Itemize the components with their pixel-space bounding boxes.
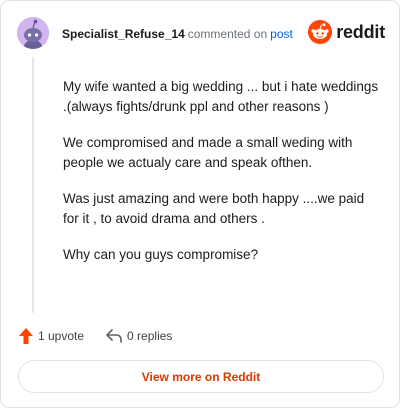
comment-body: My wife wanted a big wedding ... but i h… xyxy=(63,77,381,281)
comment-header: Specialist_Refuse_14 commented on post red… xyxy=(17,15,385,51)
reddit-wordmark: reddit xyxy=(336,21,385,42)
snoo-avatar-icon xyxy=(17,17,49,49)
reddit-logo[interactable]: reddit xyxy=(308,18,385,46)
comment-paragraph: We compromised and made a small weding w… xyxy=(63,135,353,170)
comment-paragraph: Why can you guys compromise? xyxy=(63,247,259,262)
view-more-button[interactable]: View more on Reddit xyxy=(18,360,384,393)
comment-paragraph: Was just amazing and were both happy ...… xyxy=(63,191,365,226)
upvote-button[interactable]: 1 upvote xyxy=(19,328,84,344)
reddit-snoo-icon xyxy=(308,20,333,44)
replies-button[interactable]: 0 replies xyxy=(106,329,172,343)
username-link[interactable]: Specialist_Refuse_14 xyxy=(62,27,185,41)
comment-paragraph: My wife wanted a big wedding ... but i h… xyxy=(63,79,379,114)
avatar[interactable] xyxy=(17,17,49,49)
thread-line xyxy=(32,57,34,313)
comment-embed-card: Specialist_Refuse_14 commented on post red… xyxy=(0,0,400,408)
byline: Specialist_Refuse_14 commented on post xyxy=(62,27,293,41)
replies-count: 0 replies xyxy=(127,329,173,343)
upvote-arrow-icon xyxy=(19,328,33,344)
comment-actions: 1 upvote 0 replies xyxy=(19,327,172,345)
reply-arrow-icon xyxy=(106,329,122,343)
action-text: commented on xyxy=(187,27,268,41)
post-link[interactable]: post xyxy=(270,27,293,41)
upvote-count: 1 upvote xyxy=(38,329,85,343)
